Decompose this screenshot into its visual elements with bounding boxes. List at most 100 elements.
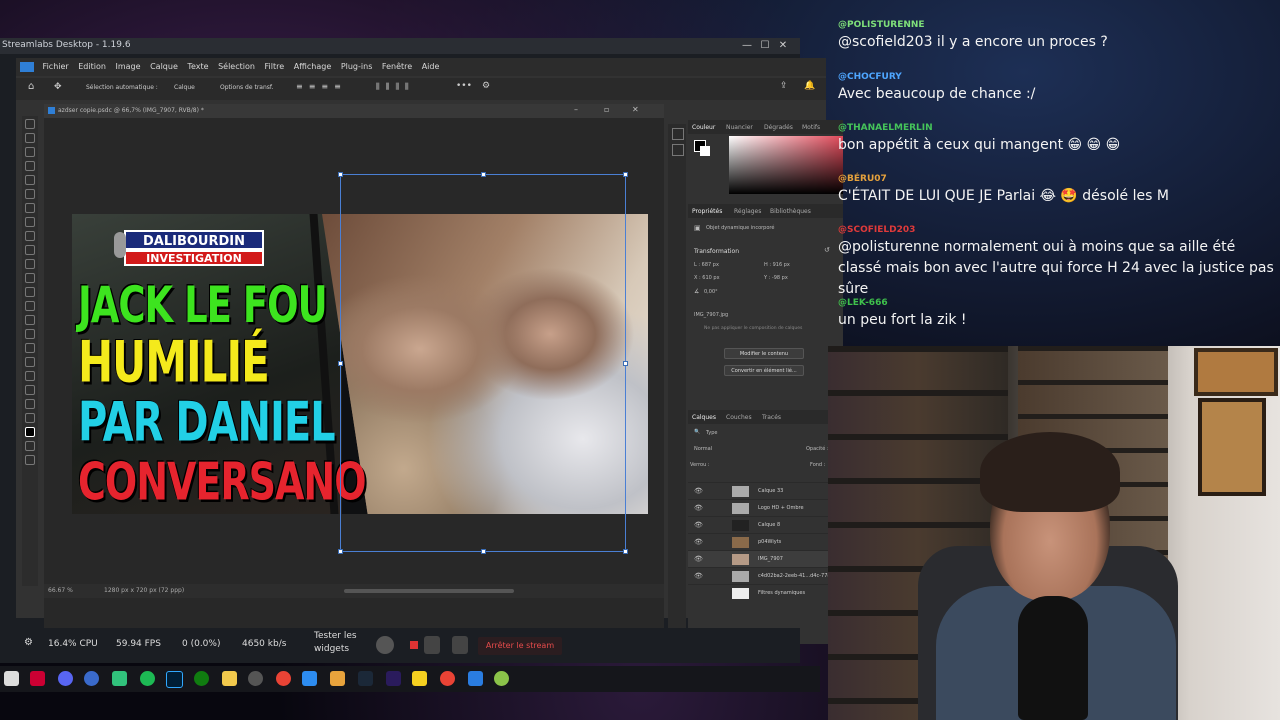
transform-handle[interactable] bbox=[338, 549, 343, 554]
history-brush-tool-icon[interactable] bbox=[25, 259, 35, 269]
photos-icon[interactable] bbox=[302, 671, 317, 686]
layer-row[interactable]: 👁 Calque 33 bbox=[688, 482, 843, 500]
properties-panel-icon[interactable] bbox=[672, 144, 684, 156]
notification-bell-icon[interactable]: 🔔 bbox=[804, 81, 815, 91]
transform-handle[interactable] bbox=[623, 549, 628, 554]
eye-icon[interactable]: 👁 bbox=[694, 521, 703, 529]
width-field[interactable]: L : 687 px bbox=[694, 262, 719, 268]
menu-filtre[interactable]: Filtre bbox=[265, 58, 285, 76]
blur-tool-icon[interactable] bbox=[25, 301, 35, 311]
eye-icon[interactable]: 👁 bbox=[694, 504, 703, 512]
angle-field[interactable]: 0,00° bbox=[704, 289, 718, 295]
layer-row[interactable]: 👁 Calque 8 bbox=[688, 516, 843, 534]
shape-tool-icon[interactable] bbox=[25, 371, 35, 381]
tab-reglages[interactable]: Réglages bbox=[734, 208, 761, 215]
spotify-icon[interactable] bbox=[140, 671, 155, 686]
discord-icon[interactable] bbox=[58, 671, 73, 686]
start-menu-icon[interactable] bbox=[4, 671, 19, 686]
app-icon[interactable] bbox=[84, 671, 99, 686]
tab-motifs[interactable]: Motifs bbox=[802, 124, 820, 131]
replay-buffer-icon[interactable] bbox=[424, 636, 440, 654]
stop-stream-button[interactable]: Arrêter le stream bbox=[478, 637, 562, 655]
healing-tool-icon[interactable] bbox=[25, 217, 35, 227]
menu-aide[interactable]: Aide bbox=[422, 58, 440, 76]
app-icon[interactable] bbox=[468, 671, 483, 686]
file-explorer-icon[interactable] bbox=[222, 671, 237, 686]
chrome-icon[interactable] bbox=[440, 671, 455, 686]
gradient-tool-icon[interactable] bbox=[25, 287, 35, 297]
convert-linked-button[interactable]: Convertir en élément lié... bbox=[724, 365, 804, 376]
app-icon[interactable] bbox=[494, 671, 509, 686]
transform-handle[interactable] bbox=[623, 361, 628, 366]
eye-icon[interactable]: 👁 bbox=[694, 487, 703, 495]
eye-icon[interactable]: 👁 bbox=[694, 555, 703, 563]
zoom-tool-icon[interactable] bbox=[25, 399, 35, 409]
close-button[interactable]: ✕ bbox=[774, 38, 792, 54]
eyedropper-tool-icon[interactable] bbox=[25, 203, 35, 213]
app-icon[interactable] bbox=[30, 671, 45, 686]
eye-icon[interactable]: 👁 bbox=[694, 538, 703, 546]
tab-nuancier[interactable]: Nuancier bbox=[726, 124, 753, 131]
doc-maximize-icon[interactable]: ▫ bbox=[604, 105, 609, 114]
dodge-tool-icon[interactable] bbox=[25, 315, 35, 325]
settings-gear-icon[interactable]: ⚙ bbox=[482, 81, 490, 91]
xbox-icon[interactable] bbox=[194, 671, 209, 686]
pen-tool-icon[interactable] bbox=[25, 329, 35, 339]
home-icon[interactable]: ⌂ bbox=[28, 81, 34, 92]
canvas-area[interactable]: DALIBOURDIN INVESTIGATION JACK LE FOU HU… bbox=[44, 118, 664, 578]
test-widgets-button[interactable]: Tester les widgets bbox=[314, 630, 364, 656]
layer-row[interactable]: 👁 c4d02ba2-2eeb-41...d4c-778dd bbox=[688, 567, 843, 585]
history-panel-icon[interactable] bbox=[672, 128, 684, 140]
align-icons[interactable]: ≡≡≡≡ bbox=[296, 82, 347, 91]
app-icon[interactable] bbox=[330, 671, 345, 686]
tab-proprietes[interactable]: Propriétés bbox=[692, 208, 722, 215]
layer-row[interactable]: 👁 IMG_7907 bbox=[688, 550, 843, 568]
auto-select-checkbox[interactable]: Sélection automatique : bbox=[86, 84, 158, 91]
frame-tool-icon[interactable] bbox=[25, 189, 35, 199]
marquee-tool-icon[interactable] bbox=[25, 133, 35, 143]
transform-handle[interactable] bbox=[623, 172, 628, 177]
transform-selection-box[interactable] bbox=[338, 172, 628, 554]
menu-fichier[interactable]: Fichier bbox=[43, 58, 69, 76]
layer-row[interactable]: 👁 p04Wiyts bbox=[688, 533, 843, 551]
tab-couches[interactable]: Couches bbox=[726, 414, 752, 421]
layer-row[interactable]: Filtres dynamiques bbox=[688, 584, 843, 602]
settings-gear-icon[interactable]: ⚙ bbox=[24, 637, 33, 648]
layer-row[interactable]: 👁 Logo HD + Ombre bbox=[688, 499, 843, 517]
more-tools-icon[interactable] bbox=[25, 413, 35, 423]
stop-record-icon[interactable] bbox=[410, 641, 418, 649]
transform-handle[interactable] bbox=[338, 172, 343, 177]
layer-kind-filter[interactable]: Type bbox=[706, 430, 717, 436]
menu-fenetre[interactable]: Fenêtre bbox=[382, 58, 412, 76]
tab-couleur[interactable]: Couleur bbox=[692, 124, 715, 131]
object-select-tool-icon[interactable] bbox=[25, 161, 35, 171]
more-icon[interactable]: ••• bbox=[456, 81, 472, 91]
y-field[interactable]: Y : -98 px bbox=[764, 275, 788, 281]
horizontal-scrollbar[interactable] bbox=[344, 589, 514, 593]
menu-plugins[interactable]: Plug-ins bbox=[341, 58, 373, 76]
foreground-color-swatch[interactable] bbox=[25, 427, 35, 437]
tab-traces[interactable]: Tracés bbox=[762, 414, 781, 421]
app-icon[interactable] bbox=[412, 671, 427, 686]
height-field[interactable]: H : 916 px bbox=[764, 262, 790, 268]
maximize-button[interactable]: ☐ bbox=[756, 38, 774, 54]
menu-edition[interactable]: Edition bbox=[78, 58, 106, 76]
transform-handle[interactable] bbox=[481, 172, 486, 177]
layer-select-dropdown[interactable]: Calque bbox=[174, 84, 195, 91]
document-tab[interactable]: azdser copie.psdc @ 66,7% (IMG_7907, RVB… bbox=[44, 104, 664, 118]
lasso-tool-icon[interactable] bbox=[25, 147, 35, 157]
color-picker-field[interactable] bbox=[729, 136, 843, 194]
eye-icon[interactable]: 👁 bbox=[694, 572, 703, 580]
transform-handle[interactable] bbox=[338, 361, 343, 366]
share-icon[interactable]: ⇪ bbox=[780, 81, 788, 91]
steam-icon[interactable] bbox=[358, 671, 373, 686]
tab-degrades[interactable]: Dégradés bbox=[764, 124, 793, 131]
menu-calque[interactable]: Calque bbox=[150, 58, 178, 76]
x-field[interactable]: X : 610 px bbox=[694, 275, 720, 281]
chrome-icon[interactable] bbox=[276, 671, 291, 686]
move-tool-icon[interactable]: ✥ bbox=[54, 82, 62, 92]
menu-texte[interactable]: Texte bbox=[187, 58, 208, 76]
transform-handle[interactable] bbox=[481, 549, 486, 554]
menu-affichage[interactable]: Affichage bbox=[294, 58, 332, 76]
move-tool-icon[interactable] bbox=[25, 119, 35, 129]
